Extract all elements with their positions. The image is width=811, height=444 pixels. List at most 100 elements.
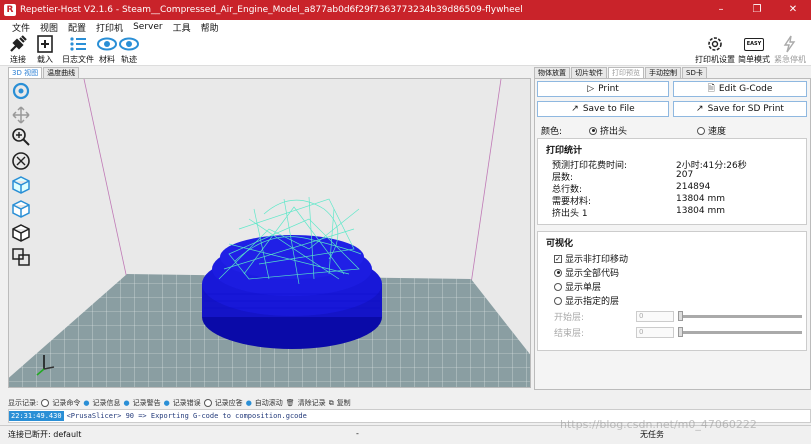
log-filter-label: 显示记录: bbox=[8, 399, 39, 407]
printer-settings-label: 打印机设置 bbox=[695, 55, 735, 64]
right-panel: 物体放置 切片软件 打印预览 手动控制 SD卡 ▷ Print 🗎 Edit G-C… bbox=[534, 67, 811, 390]
emergency-stop-button[interactable]: 紧急停机 bbox=[772, 34, 808, 66]
lightning-icon bbox=[780, 34, 800, 54]
easy-badge: EASY bbox=[744, 37, 764, 51]
start-layer-input[interactable]: 0 bbox=[636, 311, 674, 322]
show-layer-range-label: 显示指定的层 bbox=[565, 297, 620, 307]
end-layer-input[interactable]: 0 bbox=[636, 327, 674, 338]
save-for-sd-label: Save for SD Print bbox=[707, 104, 784, 114]
start-slider-handle[interactable] bbox=[678, 311, 683, 321]
tab-slicer[interactable]: 切片软件 bbox=[571, 67, 607, 78]
connection-status: 连接已断开: default bbox=[8, 430, 82, 439]
log-autoscroll-label[interactable]: 自动滚动 bbox=[255, 398, 283, 408]
print-button[interactable]: ▷ Print bbox=[537, 81, 669, 97]
move-view-icon[interactable] bbox=[11, 105, 31, 125]
cube-side-icon[interactable] bbox=[11, 199, 31, 219]
tab-manual-control[interactable]: 手动控制 bbox=[645, 67, 681, 78]
ack-toggle-icon[interactable] bbox=[203, 399, 212, 407]
copy-icon[interactable]: ⧉ bbox=[329, 399, 334, 408]
edit-gcode-button[interactable]: 🗎 Edit G-Code bbox=[673, 81, 807, 97]
fit-view-icon[interactable] bbox=[11, 151, 31, 171]
menu-file[interactable]: 文件 bbox=[12, 21, 30, 34]
emergency-label: 紧急停机 bbox=[774, 55, 806, 64]
menu-config[interactable]: 配置 bbox=[68, 21, 86, 34]
commands-toggle-icon[interactable] bbox=[41, 399, 50, 407]
menu-server[interactable]: Server bbox=[133, 22, 163, 32]
menu-help[interactable]: 帮助 bbox=[201, 21, 219, 34]
zoom-icon[interactable] bbox=[11, 127, 31, 147]
end-layer-slider[interactable] bbox=[680, 331, 802, 334]
printer-settings-button[interactable]: 打印机设置 bbox=[695, 34, 735, 66]
menu-printer[interactable]: 打印机 bbox=[96, 21, 123, 34]
start-layer-row: 开始层: 0 bbox=[554, 310, 674, 323]
log-errors-label[interactable]: 记录错误 bbox=[173, 398, 201, 408]
tab-sd-card[interactable]: SD卡 bbox=[682, 67, 707, 78]
log-button[interactable]: 日志文件 bbox=[62, 34, 94, 66]
log-warnings-label[interactable]: 记录警告 bbox=[133, 398, 161, 408]
load-label: 载入 bbox=[37, 55, 53, 64]
material-button[interactable]: 材料 bbox=[96, 34, 118, 66]
tab-3d-view[interactable]: 3D 视图 bbox=[8, 67, 43, 78]
log-info-label[interactable]: 记录信息 bbox=[92, 398, 120, 408]
color-speed-radio[interactable]: 速度 bbox=[697, 124, 726, 137]
save-to-file-button[interactable]: ↗ Save to File bbox=[537, 101, 669, 117]
log-clear-label[interactable]: 清除记录 bbox=[298, 398, 326, 408]
show-single-layer-radio[interactable]: 显示单层 bbox=[554, 280, 601, 293]
view-tabs: 3D 视图 温度曲线 bbox=[8, 67, 80, 78]
color-extruder-radio[interactable]: 挤出头 bbox=[589, 124, 627, 137]
warning-toggle-icon[interactable]: ● bbox=[123, 399, 129, 407]
menu-bar: 文件 视图 配置 打印机 Server 工具 帮助 bbox=[0, 20, 811, 34]
visualization-group: 可视化 ✓ 显示非打印移动 显示全部代码 显示单层 显示指定的层 开始层: 0 结… bbox=[537, 231, 807, 351]
save-for-sd-button[interactable]: ↗ Save for SD Print bbox=[673, 101, 807, 117]
minimize-button[interactable]: – bbox=[703, 0, 739, 20]
cube-front-icon[interactable] bbox=[11, 175, 31, 195]
save-icon: ↗ bbox=[571, 104, 579, 114]
close-button[interactable]: ✕ bbox=[775, 0, 811, 20]
easy-mode-icon: EASY bbox=[744, 34, 764, 54]
end-slider-handle[interactable] bbox=[678, 327, 683, 337]
restore-button[interactable]: ❐ bbox=[739, 0, 775, 20]
log-commands-label[interactable]: 记录命令 bbox=[52, 398, 80, 408]
path-button[interactable]: 轨迹 bbox=[118, 34, 140, 66]
edit-gcode-label: Edit G-Code bbox=[718, 84, 773, 94]
start-layer-slider[interactable] bbox=[680, 315, 802, 318]
show-all-code-label: 显示全部代码 bbox=[565, 269, 620, 279]
info-toggle-icon[interactable]: ● bbox=[83, 399, 89, 407]
easy-mode-label: 简单模式 bbox=[738, 55, 770, 64]
trash-icon[interactable]: 🗑 bbox=[286, 399, 295, 407]
log-ack-label[interactable]: 记录应答 bbox=[215, 398, 243, 408]
show-travel-checkbox[interactable]: ✓ 显示非打印移动 bbox=[554, 252, 628, 265]
multi-view-icon[interactable] bbox=[11, 247, 31, 267]
eye-icon bbox=[96, 34, 118, 54]
show-layer-range-radio[interactable]: 显示指定的层 bbox=[554, 294, 619, 307]
window-title: Repetier-Host V2.1.6 - Steam__Compressed… bbox=[20, 5, 523, 15]
log-copy-label[interactable]: 复制 bbox=[337, 398, 351, 408]
menu-view[interactable]: 视图 bbox=[40, 21, 58, 34]
3d-viewport[interactable] bbox=[8, 78, 531, 388]
radio-icon bbox=[697, 126, 705, 135]
autoscroll-toggle-icon[interactable]: ● bbox=[246, 399, 252, 407]
play-icon: ▷ bbox=[587, 84, 595, 94]
load-button[interactable]: 载入 bbox=[34, 34, 56, 66]
show-all-code-radio[interactable]: 显示全部代码 bbox=[554, 266, 619, 279]
log-timestamp: 22:31:49.430 bbox=[9, 411, 64, 421]
easy-mode-button[interactable]: EASY 简单模式 bbox=[738, 34, 770, 66]
list-icon bbox=[68, 34, 88, 54]
log-label: 日志文件 bbox=[62, 55, 94, 64]
color-extruder-label: 挤出头 bbox=[600, 127, 628, 137]
radio-icon bbox=[554, 296, 562, 305]
rotate-view-icon[interactable] bbox=[11, 81, 31, 101]
title-bar: R Repetier-Host V2.1.6 - Steam__Compress… bbox=[0, 0, 811, 20]
gear-icon bbox=[705, 34, 725, 54]
stat-value-material: 13804 mm bbox=[676, 194, 726, 204]
connect-button[interactable]: 连接 bbox=[6, 34, 30, 66]
tab-temperature-curve[interactable]: 温度曲线 bbox=[43, 67, 80, 78]
tab-print-preview[interactable]: 打印预览 bbox=[608, 67, 644, 78]
menu-tools[interactable]: 工具 bbox=[173, 21, 191, 34]
log-message: <PrusaSlicer> 90 => Exporting G-code to … bbox=[66, 412, 307, 420]
cube-top-icon[interactable] bbox=[11, 223, 31, 243]
model-preview bbox=[202, 196, 382, 349]
tab-object-placement[interactable]: 物体放置 bbox=[534, 67, 570, 78]
error-toggle-icon[interactable]: ● bbox=[164, 399, 170, 407]
repetier-app-icon: R bbox=[4, 4, 16, 16]
